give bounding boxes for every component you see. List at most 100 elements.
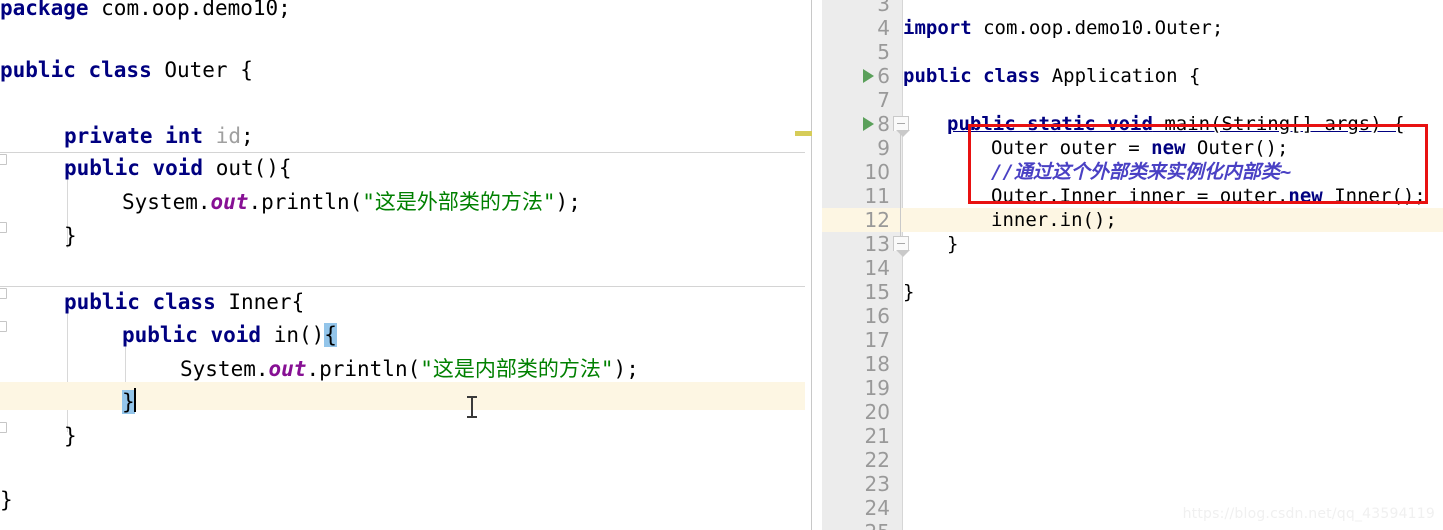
- code-token: private int: [64, 124, 204, 148]
- right-editor-pane[interactable]: 345678910111213141516171819202122232425 …: [813, 0, 1443, 530]
- code-token: );: [555, 190, 581, 214]
- code-line[interactable]: public void in(){: [122, 321, 337, 349]
- code-line[interactable]: public void out(){: [64, 154, 292, 182]
- code-token: .println(: [248, 190, 363, 214]
- code-token: public class: [0, 58, 152, 82]
- code-token: public void: [64, 156, 204, 180]
- indent-guide-line: [67, 300, 68, 432]
- code-token: {: [324, 323, 337, 347]
- line-number: 13: [864, 232, 890, 256]
- code-token: }: [903, 281, 915, 303]
- code-token: Outer {: [151, 58, 253, 82]
- line-number: 15: [864, 280, 890, 304]
- code-line[interactable]: Outer.Inner inner = outer.new Inner();: [991, 184, 1426, 208]
- line-number: 8: [877, 112, 890, 136]
- fold-region-rail: [900, 134, 901, 236]
- member-separator-line: [0, 286, 812, 287]
- code-token: out: [210, 190, 249, 214]
- line-number: 14: [864, 256, 890, 280]
- code-line[interactable]: }: [64, 222, 77, 250]
- code-token: );: [613, 357, 639, 381]
- code-line[interactable]: package com.oop.demo10;: [0, 0, 291, 22]
- code-token: }: [64, 224, 77, 248]
- code-token: id: [203, 124, 242, 148]
- code-token: com.oop.demo10.Outer;: [971, 17, 1224, 39]
- run-gutter-icon[interactable]: [863, 117, 874, 131]
- line-number: 12: [864, 208, 890, 232]
- code-line[interactable]: System.out.println("这是内部类的方法");: [180, 355, 639, 383]
- code-line[interactable]: }: [0, 486, 13, 514]
- code-token: Outer();: [1185, 137, 1289, 159]
- line-number: 17: [864, 328, 890, 352]
- minus-glyph: [897, 243, 905, 244]
- code-token: public static void: [947, 113, 1153, 135]
- code-line[interactable]: //通过这个外部类来实例化内部类~: [991, 160, 1291, 184]
- code-token: Inner{: [215, 290, 305, 314]
- line-number: 4: [877, 16, 890, 40]
- code-token: Inner();: [1322, 185, 1426, 207]
- code-token: import: [903, 17, 972, 39]
- line-number: 3: [877, 0, 890, 16]
- code-token: Outer outer =: [991, 137, 1152, 159]
- fold-marker-icon[interactable]: [0, 321, 7, 332]
- code-line[interactable]: }: [64, 422, 77, 450]
- run-gutter-icon[interactable]: [863, 69, 874, 83]
- fold-marker-icon[interactable]: [0, 222, 7, 233]
- fold-marker-icon[interactable]: [0, 154, 7, 165]
- code-line[interactable]: Outer outer = new Outer();: [991, 136, 1288, 160]
- code-line[interactable]: }: [903, 280, 914, 304]
- line-number: 23: [864, 472, 890, 496]
- line-number: 11: [864, 184, 890, 208]
- code-token: public void: [122, 323, 262, 347]
- left-editor-pane[interactable]: package com.oop.demo10; public class Oute…: [0, 0, 812, 530]
- warning-marker-stripe[interactable]: [795, 131, 812, 136]
- code-token: }: [0, 488, 13, 512]
- line-number: 10: [864, 160, 890, 184]
- fold-collapse-icon[interactable]: [893, 116, 910, 137]
- code-token: "这是内部类的方法": [420, 357, 614, 381]
- minus-glyph: [897, 123, 905, 124]
- code-token: }: [64, 424, 77, 448]
- code-token: //通过这个外部类来实例化内部类~: [991, 161, 1292, 183]
- code-line[interactable]: System.out.println("这是外部类的方法");: [122, 188, 581, 216]
- line-number: 7: [877, 88, 890, 112]
- code-line[interactable]: public class Inner{: [64, 288, 304, 316]
- code-token: com.oop.demo10;: [88, 0, 291, 20]
- code-line[interactable]: public class Application {: [903, 64, 1200, 88]
- code-token: main(String[] args) {: [1152, 113, 1405, 135]
- code-line[interactable]: private int id;: [64, 122, 254, 150]
- code-token: in(): [261, 323, 325, 347]
- line-number: 16: [864, 304, 890, 328]
- line-number: 21: [864, 424, 890, 448]
- screenshot-root: package com.oop.demo10; public class Oute…: [0, 0, 1443, 530]
- code-token: Application {: [1040, 65, 1201, 87]
- code-token: "这是外部类的方法": [362, 190, 556, 214]
- code-line[interactable]: }: [122, 388, 135, 416]
- code-line[interactable]: import com.oop.demo10.Outer;: [903, 16, 1223, 40]
- left-marker-track[interactable]: [805, 0, 812, 530]
- right-current-line-highlight: [822, 208, 1443, 232]
- fold-marker-icon[interactable]: [0, 422, 7, 433]
- line-number: 9: [877, 136, 890, 160]
- code-token: package: [0, 0, 89, 20]
- line-number: 24: [864, 496, 890, 520]
- code-token: }: [947, 233, 959, 255]
- code-token: System.: [180, 357, 269, 381]
- code-line[interactable]: inner.in();: [991, 208, 1117, 232]
- code-token: System.: [122, 190, 211, 214]
- member-separator-line: [0, 152, 812, 153]
- line-number: 20: [864, 400, 890, 424]
- code-token: new: [1151, 137, 1186, 159]
- code-token: out: [268, 357, 307, 381]
- line-number: 19: [864, 376, 890, 400]
- code-token: new: [1288, 185, 1323, 207]
- fold-marker-icon[interactable]: [0, 288, 7, 299]
- code-token: public class: [64, 290, 216, 314]
- csdn-watermark: https://blog.csdn.net/qq_43594119: [1182, 506, 1435, 522]
- code-token: }: [122, 390, 135, 414]
- line-number: 6: [877, 64, 890, 88]
- code-line[interactable]: public static void main(String[] args) {: [947, 112, 1405, 136]
- fold-collapse-icon[interactable]: [893, 236, 910, 257]
- code-line[interactable]: public class Outer {: [0, 56, 253, 84]
- code-line[interactable]: }: [947, 232, 958, 256]
